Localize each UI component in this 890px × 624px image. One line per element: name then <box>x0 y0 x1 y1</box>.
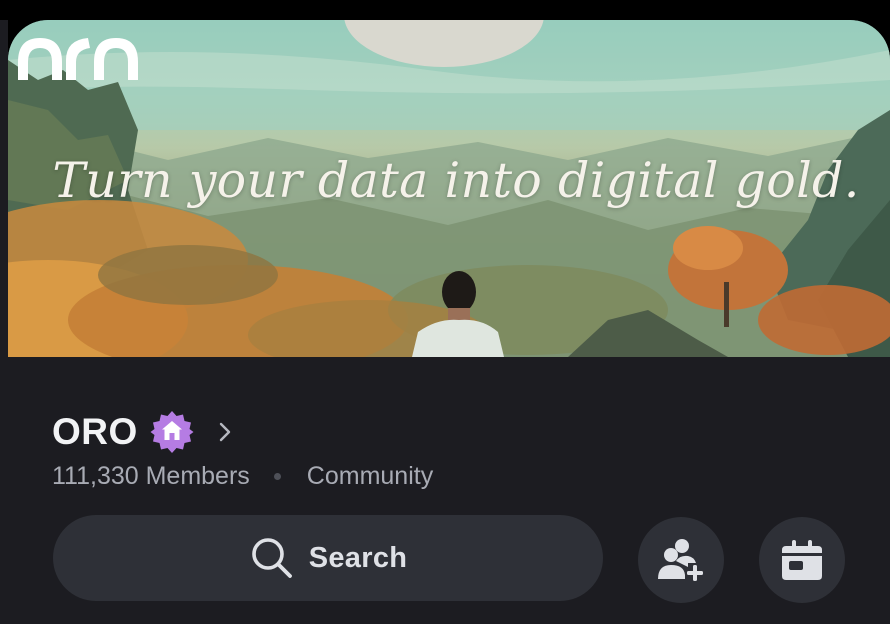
server-name: ORO <box>52 411 138 452</box>
add-user-icon <box>658 539 703 581</box>
banner-tagline: Turn your data into digital gold. <box>52 152 860 209</box>
screen: Turn your data into digital gold. ORO 11… <box>0 0 890 624</box>
events-button[interactable] <box>759 517 845 603</box>
chevron-right-icon[interactable] <box>214 421 236 443</box>
search-button-label: Search <box>308 541 408 574</box>
separator-dot <box>273 472 281 480</box>
server-banner: Turn your data into digital gold. <box>8 20 890 357</box>
member-count: 111,330 Members <box>52 461 250 490</box>
calendar-icon <box>782 540 822 580</box>
search-button[interactable]: Search <box>53 515 603 601</box>
server-info-sheet: Turn your data into digital gold. ORO 11… <box>8 20 890 624</box>
server-title-row[interactable]: ORO <box>52 408 236 456</box>
search-icon <box>251 538 292 578</box>
server-meta: 111,330 Members Community <box>52 461 433 491</box>
left-edge <box>0 20 8 624</box>
invite-members-button[interactable] <box>638 517 724 603</box>
server-category: Community <box>306 461 434 490</box>
oro-logo-mark <box>18 38 138 80</box>
home-icon <box>150 411 194 453</box>
